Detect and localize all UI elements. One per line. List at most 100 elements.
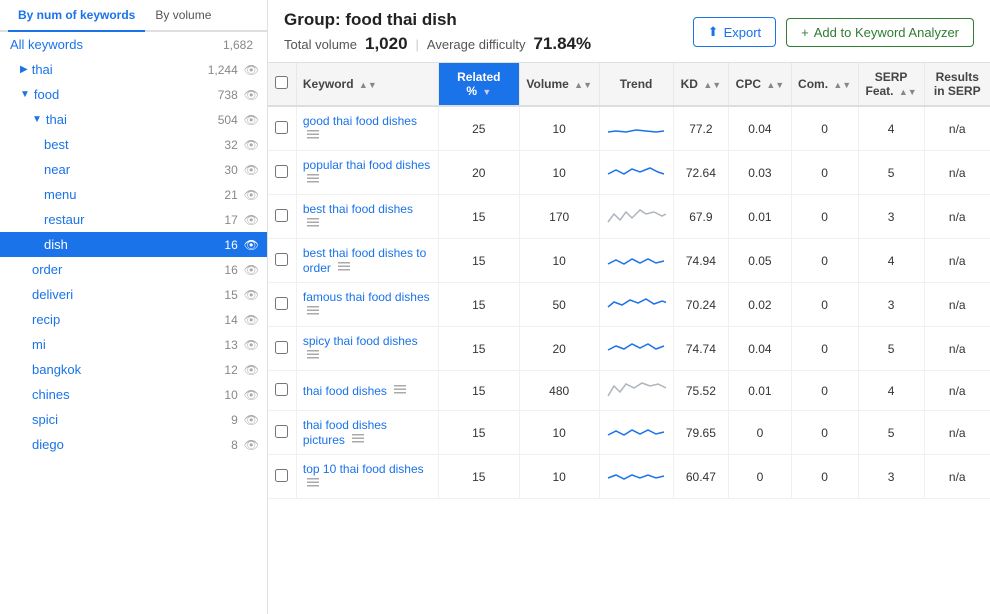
eye-icon[interactable]: 👁 bbox=[244, 363, 259, 377]
sidebar-item-restaur[interactable]: restaur 17 👁 bbox=[0, 207, 267, 232]
keyword-menu-icon[interactable] bbox=[307, 304, 319, 319]
tab-by-num-keywords[interactable]: By num of keywords bbox=[8, 0, 145, 32]
sidebar-item-all-keywords[interactable]: All keywords 1,682 bbox=[0, 32, 267, 57]
row-checkbox[interactable] bbox=[275, 165, 288, 178]
sidebar-item-menu[interactable]: menu 21 👁 bbox=[0, 182, 267, 207]
row-checkbox[interactable] bbox=[275, 341, 288, 354]
keyword-link[interactable]: spicy thai food dishes bbox=[303, 334, 418, 348]
serp-cell: 3 bbox=[858, 195, 924, 239]
row-checkbox[interactable] bbox=[275, 469, 288, 482]
sidebar-item-bangkok[interactable]: bangkok 12 👁 bbox=[0, 357, 267, 382]
total-volume-label: Total volume bbox=[284, 37, 357, 52]
eye-icon[interactable]: 👁 bbox=[244, 138, 259, 152]
eye-icon[interactable]: 👁 bbox=[244, 163, 259, 177]
row-checkbox-cell[interactable] bbox=[268, 106, 296, 151]
keyword-link[interactable]: top 10 thai food dishes bbox=[303, 462, 424, 476]
chines-label: chines bbox=[32, 387, 224, 402]
keyword-link[interactable]: famous thai food dishes bbox=[303, 290, 430, 304]
row-checkbox[interactable] bbox=[275, 209, 288, 222]
sidebar-item-recip[interactable]: recip 14 👁 bbox=[0, 307, 267, 332]
th-volume[interactable]: Volume ▲▼ bbox=[519, 63, 599, 106]
eye-icon[interactable]: 👁 bbox=[244, 338, 259, 352]
th-related[interactable]: Related% ▼ bbox=[438, 63, 519, 106]
row-checkbox-cell[interactable] bbox=[268, 327, 296, 371]
row-checkbox[interactable] bbox=[275, 253, 288, 266]
eye-icon[interactable]: 👁 bbox=[244, 288, 259, 302]
row-checkbox[interactable] bbox=[275, 425, 288, 438]
sidebar-item-thai[interactable]: ▶ thai 1,244 👁 bbox=[0, 57, 267, 82]
eye-icon[interactable]: 👁 bbox=[244, 263, 259, 277]
row-checkbox[interactable] bbox=[275, 297, 288, 310]
keyword-link[interactable]: popular thai food dishes bbox=[303, 158, 430, 172]
row-checkbox-cell[interactable] bbox=[268, 151, 296, 195]
keyword-menu-icon[interactable] bbox=[307, 348, 319, 363]
sort-arrow-icon: ▲▼ bbox=[833, 80, 851, 90]
export-button[interactable]: ⬆ Export bbox=[693, 17, 776, 47]
sidebar-item-near[interactable]: near 30 👁 bbox=[0, 157, 267, 182]
keyword-link[interactable]: good thai food dishes bbox=[303, 114, 417, 128]
row-checkbox-cell[interactable] bbox=[268, 455, 296, 499]
keyword-menu-icon[interactable] bbox=[307, 172, 319, 187]
th-keyword[interactable]: Keyword ▲▼ bbox=[296, 63, 438, 106]
keyword-menu-icon[interactable] bbox=[307, 476, 319, 491]
th-trend[interactable]: Trend bbox=[599, 63, 673, 106]
keyword-link[interactable]: best thai food dishes bbox=[303, 202, 413, 216]
spici-count: 9 bbox=[231, 413, 238, 427]
results-cell: n/a bbox=[924, 411, 990, 455]
keyword-link[interactable]: best thai food dishes to order bbox=[303, 246, 426, 275]
th-cpc[interactable]: CPC ▲▼ bbox=[729, 63, 791, 106]
row-checkbox-cell[interactable] bbox=[268, 411, 296, 455]
keyword-link[interactable]: thai food dishes bbox=[303, 384, 387, 398]
eye-icon[interactable]: 👁 bbox=[244, 313, 259, 327]
diego-label: diego bbox=[32, 437, 231, 452]
trend-cell bbox=[599, 151, 673, 195]
eye-icon[interactable]: 👁 bbox=[244, 113, 259, 127]
row-checkbox-cell[interactable] bbox=[268, 283, 296, 327]
eye-icon[interactable]: 👁 bbox=[244, 438, 259, 452]
eye-icon[interactable]: 👁 bbox=[244, 213, 259, 227]
select-all-checkbox[interactable] bbox=[275, 76, 288, 89]
eye-icon[interactable]: 👁 bbox=[244, 388, 259, 402]
trend-cell bbox=[599, 106, 673, 151]
th-select-all[interactable] bbox=[268, 63, 296, 106]
kd-cell: 72.64 bbox=[673, 151, 729, 195]
th-serp[interactable]: SERPFeat. ▲▼ bbox=[858, 63, 924, 106]
tab-by-volume[interactable]: By volume bbox=[145, 0, 221, 32]
cpc-cell: 0.01 bbox=[729, 195, 791, 239]
row-checkbox-cell[interactable] bbox=[268, 371, 296, 411]
table-row: thai food dishes pictures 15 10 79.65 0 … bbox=[268, 411, 990, 455]
volume-cell: 170 bbox=[519, 195, 599, 239]
keyword-menu-icon[interactable] bbox=[394, 383, 406, 398]
row-checkbox[interactable] bbox=[275, 383, 288, 396]
keyword-link[interactable]: thai food dishes pictures bbox=[303, 418, 387, 447]
add-to-analyzer-button[interactable]: + Add to Keyword Analyzer bbox=[786, 18, 974, 47]
sidebar-item-food-thai[interactable]: ▼ thai 504 👁 bbox=[0, 107, 267, 132]
chevron-down-icon: ▼ bbox=[20, 89, 30, 100]
sidebar-item-dish[interactable]: dish 16 👁 bbox=[0, 232, 267, 257]
th-results[interactable]: Resultsin SERP bbox=[924, 63, 990, 106]
keyword-menu-icon[interactable] bbox=[338, 260, 350, 275]
eye-icon[interactable]: 👁 bbox=[244, 413, 259, 427]
eye-icon[interactable]: 👁 bbox=[244, 238, 259, 252]
sidebar-item-chines[interactable]: chines 10 👁 bbox=[0, 382, 267, 407]
eye-icon[interactable]: 👁 bbox=[244, 188, 259, 202]
sidebar-item-diego[interactable]: diego 8 👁 bbox=[0, 432, 267, 457]
sidebar-item-best[interactable]: best 32 👁 bbox=[0, 132, 267, 157]
table-row: best thai food dishes to order 15 10 74.… bbox=[268, 239, 990, 283]
keyword-menu-icon[interactable] bbox=[307, 128, 319, 143]
best-count: 32 bbox=[224, 138, 237, 152]
keyword-menu-icon[interactable] bbox=[352, 432, 364, 447]
row-checkbox-cell[interactable] bbox=[268, 239, 296, 283]
sidebar-item-spici[interactable]: spici 9 👁 bbox=[0, 407, 267, 432]
sidebar-item-order[interactable]: order 16 👁 bbox=[0, 257, 267, 282]
sidebar-item-food[interactable]: ▼ food 738 👁 bbox=[0, 82, 267, 107]
row-checkbox-cell[interactable] bbox=[268, 195, 296, 239]
eye-icon[interactable]: 👁 bbox=[244, 63, 259, 77]
sidebar-item-mi[interactable]: mi 13 👁 bbox=[0, 332, 267, 357]
th-kd[interactable]: KD ▲▼ bbox=[673, 63, 729, 106]
row-checkbox[interactable] bbox=[275, 121, 288, 134]
keyword-menu-icon[interactable] bbox=[307, 216, 319, 231]
eye-icon[interactable]: 👁 bbox=[244, 88, 259, 102]
th-com[interactable]: Com. ▲▼ bbox=[791, 63, 858, 106]
sidebar-item-deliveri[interactable]: deliveri 15 👁 bbox=[0, 282, 267, 307]
